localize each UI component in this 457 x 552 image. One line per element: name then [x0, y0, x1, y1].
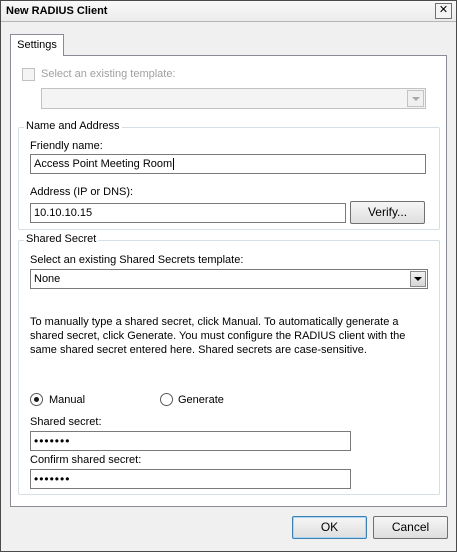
settings-panel: Select an existing template: Name and Ad…: [10, 55, 447, 507]
ok-button[interactable]: OK: [292, 516, 367, 539]
cancel-button-label: Cancel: [391, 520, 430, 534]
ok-button-label: OK: [320, 520, 339, 534]
template-select-dropdown-button[interactable]: [407, 90, 424, 107]
close-icon: ✕: [438, 4, 449, 16]
title-bar: New RADIUS Client ✕: [1, 1, 456, 22]
manual-radio[interactable]: [30, 393, 43, 406]
generate-radio[interactable]: [160, 393, 173, 406]
name-address-group: Name and Address Friendly name: Access P…: [18, 120, 440, 230]
template-checkbox[interactable]: [22, 68, 35, 81]
address-value: 10.10.10.15: [34, 207, 93, 219]
verify-button-label: Verify...: [367, 205, 408, 219]
shared-secret-value: •••••••: [34, 434, 71, 448]
shared-secret-template-select[interactable]: None: [30, 269, 428, 289]
chevron-down-icon: [412, 97, 420, 101]
shared-secret-group-label: Shared Secret: [24, 233, 99, 245]
friendly-name-label: Friendly name:: [30, 140, 103, 152]
shared-secret-template-value: None: [34, 273, 61, 285]
generate-radio-label: Generate: [178, 394, 224, 406]
radio-selected-dot: [34, 397, 39, 402]
close-button[interactable]: ✕: [435, 3, 452, 19]
address-label: Address (IP or DNS):: [30, 186, 134, 198]
template-checkbox-label: Select an existing template:: [41, 68, 176, 80]
new-radius-client-dialog: New RADIUS Client ✕ Settings Select an e…: [0, 0, 457, 552]
dialog-title: New RADIUS Client: [6, 5, 108, 17]
address-input[interactable]: 10.10.10.15: [30, 203, 346, 223]
confirm-shared-secret-value: •••••••: [34, 472, 71, 486]
verify-button[interactable]: Verify...: [350, 201, 425, 224]
friendly-name-input[interactable]: Access Point Meeting Room: [30, 154, 426, 174]
tab-settings[interactable]: Settings: [10, 34, 64, 56]
shared-secret-description: To manually type a shared secret, click …: [30, 316, 406, 356]
shared-secret-template-dropdown-button[interactable]: [410, 271, 426, 287]
friendly-name-value: Access Point Meeting Room: [34, 158, 173, 170]
shared-secret-label: Shared secret:: [30, 416, 102, 428]
shared-secret-input[interactable]: •••••••: [30, 431, 351, 451]
tab-settings-label: Settings: [17, 39, 57, 51]
manual-radio-label: Manual: [49, 394, 86, 406]
chevron-down-icon: [414, 277, 422, 281]
confirm-shared-secret-label: Confirm shared secret:: [30, 454, 142, 466]
cancel-button[interactable]: Cancel: [373, 516, 448, 539]
text-cursor: [173, 158, 175, 170]
shared-secret-group: Shared Secret Select an existing Shared …: [18, 233, 440, 495]
name-address-group-label: Name and Address: [24, 120, 122, 132]
confirm-shared-secret-input[interactable]: •••••••: [30, 469, 351, 489]
shared-secret-template-label: Select an existing Shared Secrets templa…: [30, 254, 244, 266]
template-select[interactable]: [41, 88, 426, 109]
